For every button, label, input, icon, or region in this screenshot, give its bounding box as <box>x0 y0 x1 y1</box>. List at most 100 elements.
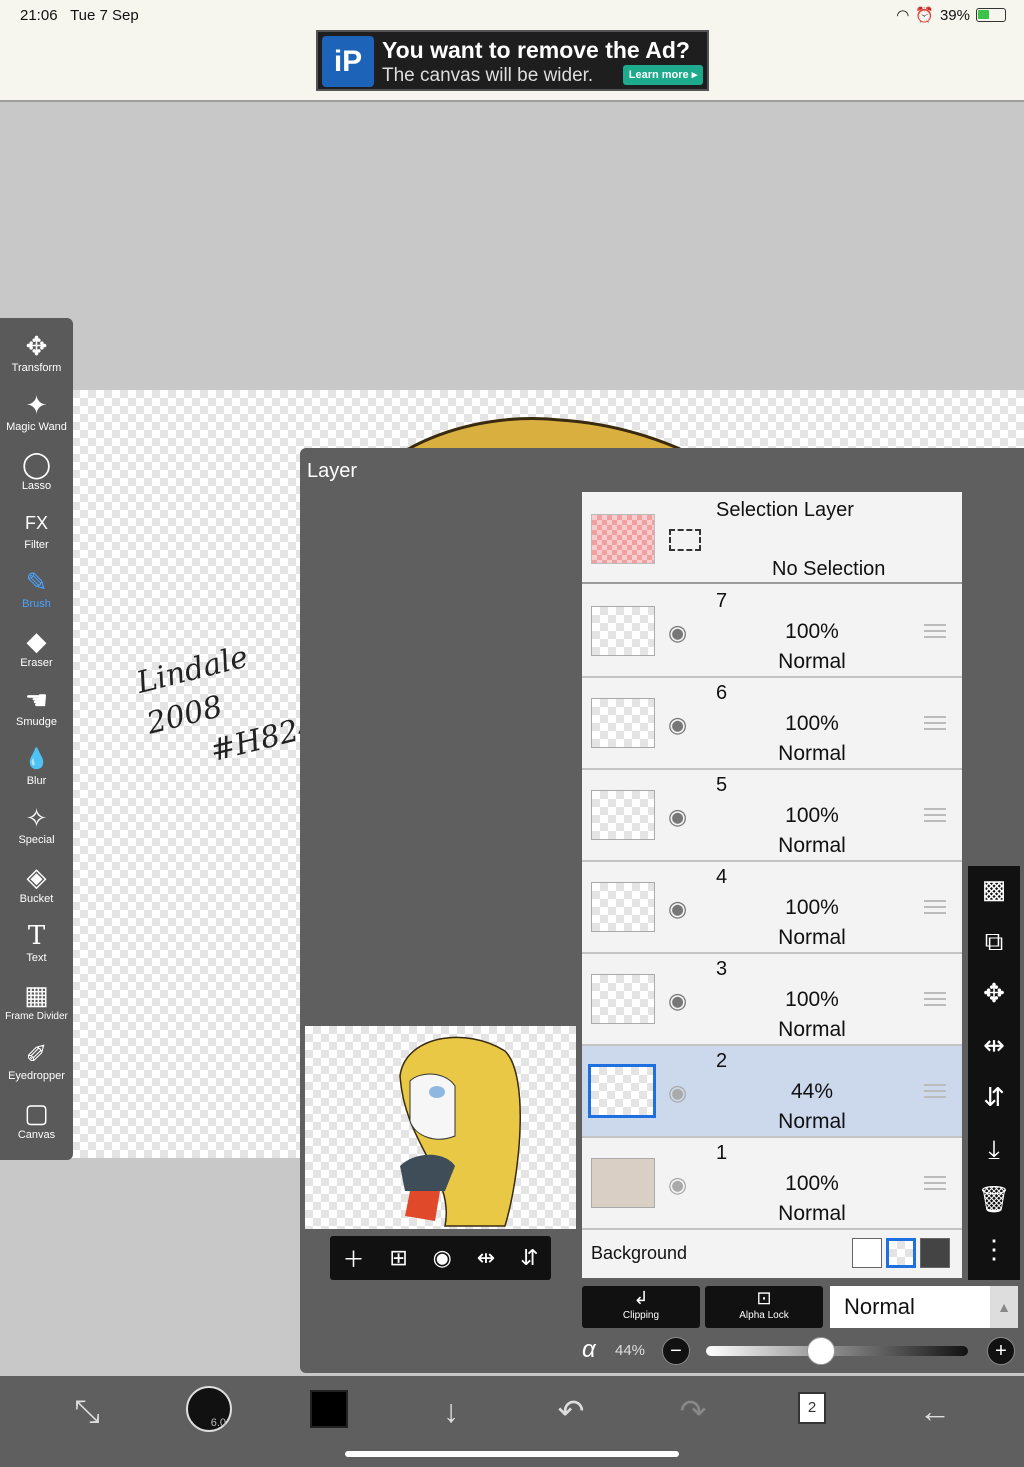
drag-handle-icon[interactable] <box>924 1084 946 1098</box>
tool-brush[interactable]: ✎ Brush <box>0 564 73 623</box>
flip-horizontal-icon[interactable]: ⇹ <box>477 1245 495 1271</box>
tool-bucket[interactable]: ◈ Bucket <box>0 859 73 918</box>
opacity-decrease-button[interactable]: − <box>662 1337 690 1365</box>
redo-icon[interactable]: ↷ <box>668 1390 718 1432</box>
layer-row-3[interactable]: ◉ 3 100% Normal <box>582 954 962 1046</box>
back-arrow-icon[interactable]: ← <box>910 1390 960 1432</box>
layer-number: 2 <box>716 1050 728 1072</box>
tool-filter[interactable]: FX Filter <box>0 505 73 564</box>
more-options-icon[interactable]: ⋮ <box>968 1234 1020 1265</box>
layer-row-4[interactable]: ◉ 4 100% Normal <box>582 862 962 954</box>
layer-row-2[interactable]: ◉ 2 44% Normal <box>582 1046 962 1138</box>
brush-icon: ✎ <box>25 567 48 597</box>
undo-icon[interactable]: ↶ <box>546 1390 596 1432</box>
layers-button[interactable]: 2 <box>798 1392 826 1424</box>
eyedropper-icon: ✐ <box>25 1039 48 1069</box>
merge-down-icon[interactable]: ⤓ <box>968 1134 1020 1166</box>
duplicate-layer-icon[interactable]: ⊞ <box>389 1245 407 1271</box>
alpha-icon: α <box>582 1336 596 1363</box>
layer-thumbnail <box>591 974 655 1024</box>
ad-learn-more-button[interactable]: Learn more ▸ <box>623 65 703 85</box>
status-right: ◠ ⏰ 39% <box>896 6 1006 24</box>
layer-thumbnail <box>591 606 655 656</box>
drag-handle-icon[interactable] <box>924 1176 946 1190</box>
tool-eyedropper[interactable]: ✐ Eyedropper <box>0 1036 73 1095</box>
add-layer-icon[interactable]: ＋ <box>342 1242 364 1274</box>
layer-blend-mode: Normal <box>778 834 846 857</box>
layer-list: Selection Layer No Selection ◉ 7 100% No… <box>582 492 962 1278</box>
transparent-checker-icon[interactable]: ▩ <box>968 874 1020 905</box>
ad-title: You want to remove the Ad? <box>382 37 690 63</box>
layer-panel-title: Layer <box>307 460 358 482</box>
clipping-button[interactable]: ↲ Clipping <box>582 1286 700 1328</box>
eye-icon[interactable]: ◉ <box>668 1172 687 1198</box>
home-indicator[interactable] <box>345 1451 679 1457</box>
layer-blend-mode: Normal <box>778 650 846 673</box>
trash-icon[interactable]: 🗑 <box>968 1184 1020 1215</box>
tool-special[interactable]: ✧ Special <box>0 800 73 859</box>
selection-layer-row[interactable]: Selection Layer No Selection <box>582 492 962 584</box>
lasso-icon: ◯ <box>21 449 52 479</box>
status-time: 21:06 Tue 7 Sep <box>20 7 139 24</box>
frame-divider-icon: ▦ <box>24 980 49 1010</box>
color-swatch-button[interactable] <box>310 1390 348 1428</box>
tool-lasso[interactable]: ◯ Lasso <box>0 446 73 505</box>
flip-layer-horizontal-icon[interactable]: ⇹ <box>968 1030 1020 1061</box>
chevron-up-icon[interactable]: ▲ <box>990 1286 1018 1328</box>
background-dark-swatch[interactable] <box>920 1238 950 1268</box>
alpha-lock-button[interactable]: ⊡ Alpha Lock <box>705 1286 823 1328</box>
flip-layer-vertical-icon[interactable]: ⇵ <box>968 1082 1020 1113</box>
move-icon[interactable]: ✥ <box>968 978 1020 1009</box>
background-row: Background <box>582 1228 962 1278</box>
layer-blend-mode: Normal <box>778 1110 846 1133</box>
swap-icon[interactable]: ⤡ <box>62 1390 112 1432</box>
ad-banner[interactable]: iP You want to remove the Ad? The canvas… <box>316 30 709 91</box>
tool-smudge[interactable]: ☚ Smudge <box>0 682 73 741</box>
opacity-increase-button[interactable]: + <box>987 1337 1015 1365</box>
eye-icon[interactable]: ◉ <box>668 620 687 646</box>
layer-row-6[interactable]: ◉ 6 100% Normal <box>582 678 962 770</box>
tool-blur[interactable]: 💧 Blur <box>0 741 73 800</box>
magic-wand-icon: ✦ <box>25 390 48 420</box>
brush-size-button[interactable]: 6.0 <box>186 1386 232 1432</box>
tool-frame-divider[interactable]: ▦ Frame Divider <box>0 977 73 1036</box>
drag-handle-icon[interactable] <box>924 808 946 822</box>
tool-magic-wand[interactable]: ✦ Magic Wand <box>0 387 73 446</box>
opacity-slider[interactable] <box>706 1346 968 1356</box>
drag-handle-icon[interactable] <box>924 716 946 730</box>
eye-icon[interactable]: ◉ <box>668 988 687 1014</box>
blend-mode-select[interactable]: Normal <box>830 1286 990 1328</box>
filter-icon: FX <box>24 513 48 533</box>
layer-blend-mode: Normal <box>778 926 846 949</box>
layer-row-7[interactable]: ◉ 7 100% Normal <box>582 586 962 678</box>
tool-palette: ✥ Transform ✦ Magic Wand ◯ Lasso FX Filter ✎… <box>0 318 73 1160</box>
selection-layer-status: No Selection <box>772 558 886 580</box>
layer-blend-mode: Normal <box>778 1202 846 1225</box>
flip-vertical-icon[interactable]: ⇵ <box>520 1245 538 1271</box>
layer-number: 1 <box>716 1142 728 1164</box>
opacity-value: 44% <box>615 1342 646 1359</box>
drag-handle-icon[interactable] <box>924 624 946 638</box>
drag-handle-icon[interactable] <box>924 992 946 1006</box>
layer-row-5[interactable]: ◉ 5 100% Normal <box>582 770 962 862</box>
ibispaint-logo-icon: iP <box>322 36 374 87</box>
tool-text[interactable]: T Text <box>0 918 73 977</box>
layer-side-toolbar: ▩ ⧉ ✥ ⇹ ⇵ ⤓ 🗑 ⋮ <box>968 866 1020 1280</box>
eye-icon[interactable]: ◉ <box>668 896 687 922</box>
wifi-icon: ◠ <box>896 7 910 24</box>
eye-icon[interactable]: ◉ <box>668 804 687 830</box>
drag-handle-icon[interactable] <box>924 900 946 914</box>
alarm-icon: ⏰ <box>915 7 934 24</box>
tool-canvas[interactable]: ▢ Canvas <box>0 1095 73 1154</box>
layer-convert-icon[interactable]: ⧉ <box>968 926 1020 958</box>
background-white-swatch[interactable] <box>852 1238 882 1268</box>
arrow-down-icon[interactable]: ↓ <box>426 1390 476 1432</box>
layer-row-1[interactable]: ◉ 1 100% Normal <box>582 1138 962 1230</box>
tool-transform[interactable]: ✥ Transform <box>0 328 73 387</box>
opacity-slider-knob[interactable] <box>807 1337 836 1365</box>
eye-icon[interactable]: ◉ <box>668 1080 687 1106</box>
background-transparent-swatch[interactable] <box>886 1238 916 1268</box>
camera-icon[interactable]: ◉ <box>433 1245 452 1271</box>
eye-icon[interactable]: ◉ <box>668 712 687 738</box>
tool-eraser[interactable]: ◆ Eraser <box>0 623 73 682</box>
